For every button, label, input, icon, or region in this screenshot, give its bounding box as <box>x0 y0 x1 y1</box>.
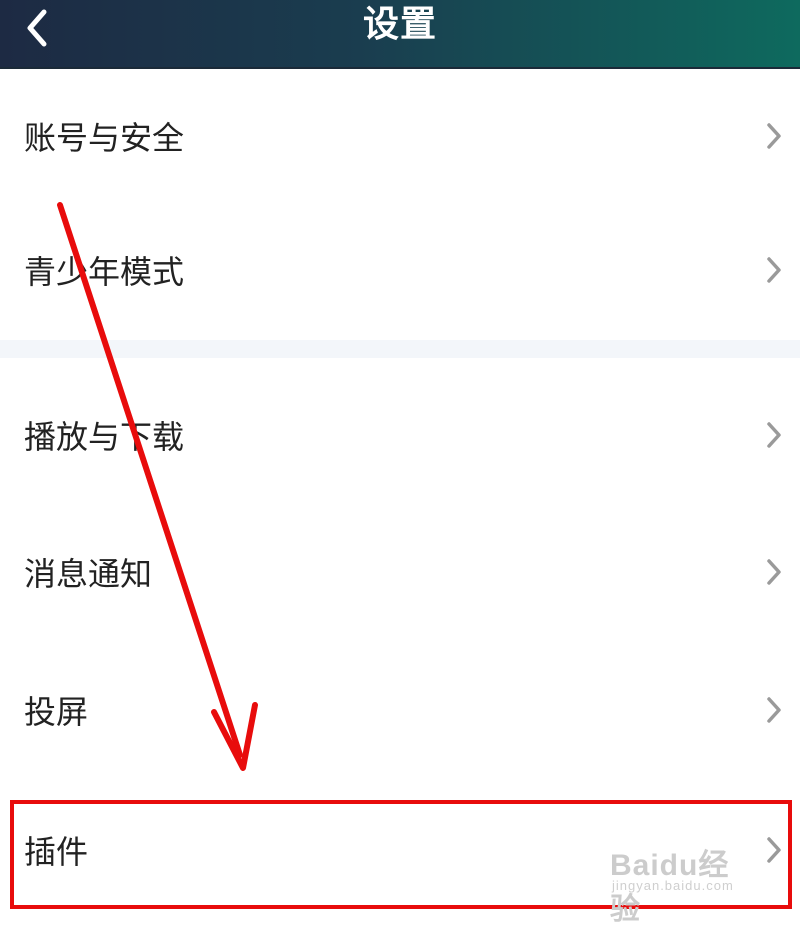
settings-item-playback-download[interactable]: 播放与下载 <box>0 368 800 502</box>
settings-item-label: 播放与下载 <box>24 418 185 456</box>
chevron-right-icon <box>767 422 781 448</box>
settings-item-label: 青少年模式 <box>24 253 185 291</box>
settings-item-label: 消息通知 <box>24 555 153 593</box>
settings-item-label: 账号与安全 <box>24 119 185 157</box>
settings-item-plugins[interactable]: 插件 <box>0 783 800 917</box>
section-divider <box>0 340 800 358</box>
settings-item-label: 插件 <box>24 833 89 871</box>
chevron-right-icon <box>767 559 781 585</box>
chevron-right-icon <box>767 123 781 149</box>
page-title: 设置 <box>362 4 437 45</box>
settings-item-cast-screen[interactable]: 投屏 <box>0 643 800 777</box>
chevron-right-icon <box>767 257 781 283</box>
settings-item-label: 投屏 <box>24 693 89 731</box>
settings-item-teen-mode[interactable]: 青少年模式 <box>0 203 800 337</box>
settings-item-notifications[interactable]: 消息通知 <box>0 505 800 639</box>
chevron-right-icon <box>767 837 781 863</box>
chevron-right-icon <box>767 697 781 723</box>
settings-item-account-security[interactable]: 账号与安全 <box>0 69 800 203</box>
title-bar: 设置 <box>0 0 800 69</box>
